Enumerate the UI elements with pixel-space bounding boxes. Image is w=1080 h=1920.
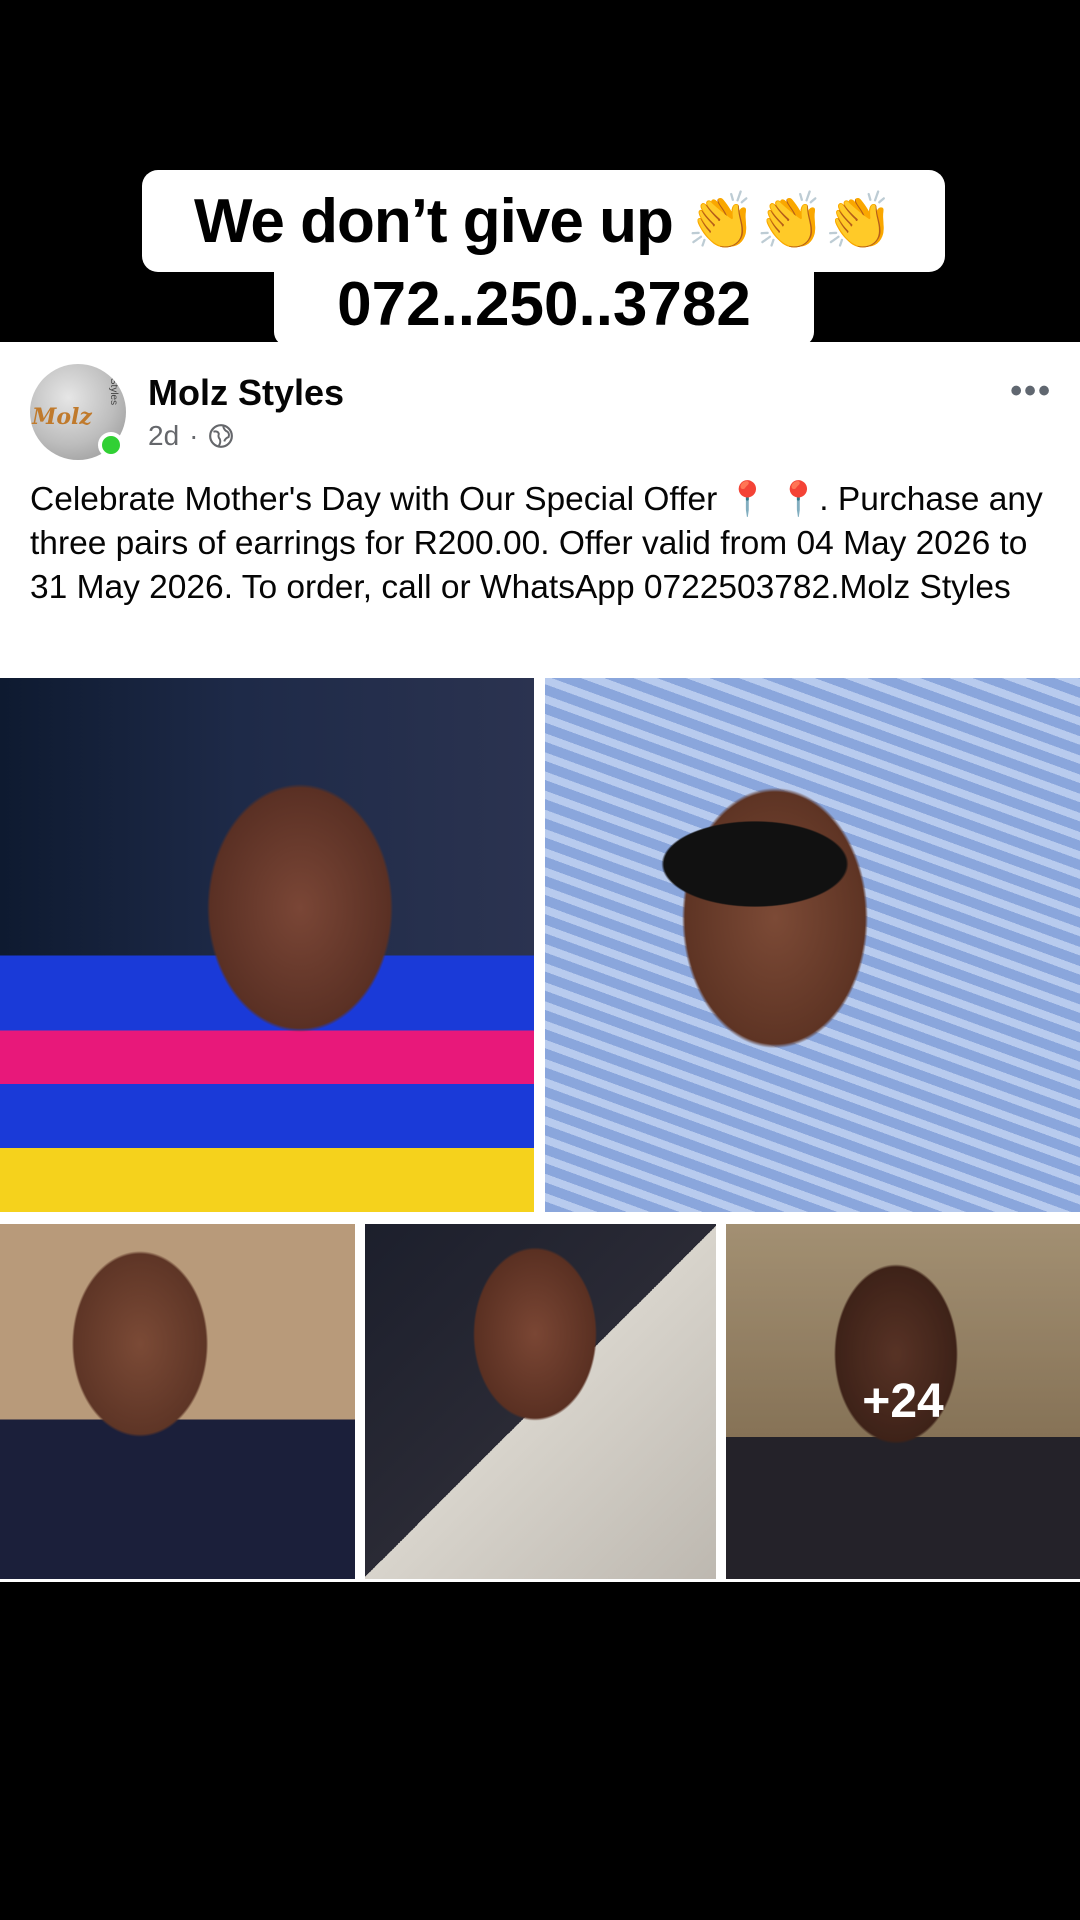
post-photo-3[interactable] [0, 1224, 355, 1579]
post-card: Molz Styles Molz Styles 2d · ••• Celebra… [0, 342, 1080, 1582]
post-text: Celebrate Mother's Day with Our Special … [30, 481, 1043, 606]
post-time[interactable]: 2d [148, 420, 179, 452]
meta-separator: · [189, 420, 199, 451]
clap-emoji: 👏👏👏 [686, 189, 894, 252]
page-name[interactable]: Molz Styles [148, 372, 344, 414]
caption-text: We don’t give up [193, 186, 674, 256]
more-options-button[interactable]: ••• [1010, 372, 1052, 411]
caption-phone: 072..250..3782 [274, 262, 814, 346]
caption-line-1: We don’t give up 👏👏👏 [142, 170, 945, 272]
post-photo-2[interactable] [545, 678, 1080, 1212]
more-photos-count: +24 [862, 1375, 944, 1428]
globe-icon [209, 424, 234, 448]
post-photo-1[interactable] [0, 678, 534, 1212]
post-meta: 2d · [148, 420, 234, 452]
online-status-dot [98, 432, 124, 458]
avatar-logo-sub: Styles [108, 377, 120, 406]
post-photo-5-more[interactable]: +24 [726, 1224, 1080, 1579]
post-photo-4[interactable] [365, 1224, 716, 1579]
caption-phone-text: 072..250..3782 [337, 269, 751, 339]
avatar-logo: Molz [32, 404, 92, 430]
